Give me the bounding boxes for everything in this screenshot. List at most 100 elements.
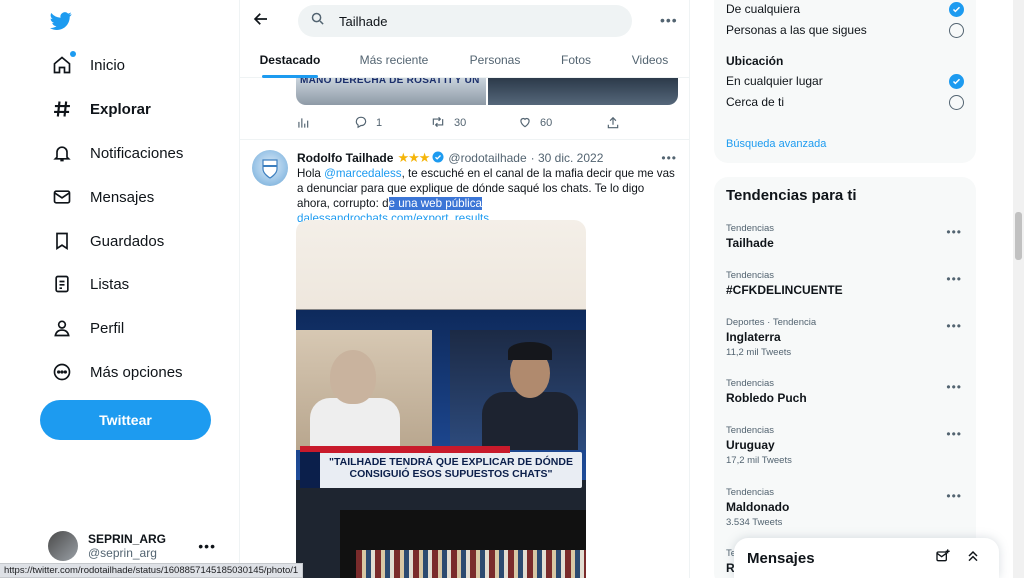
trend-context: Tendencias — [726, 425, 775, 436]
tweet-button[interactable]: Twittear — [40, 400, 211, 440]
trend-context: Deportes · Tendencia — [726, 317, 817, 328]
back-arrow-icon[interactable] — [252, 10, 272, 30]
author-name[interactable]: Rodolfo Tailhade — [297, 151, 393, 165]
filter-label: Personas a las que sigues — [726, 23, 867, 37]
trends-title: Tendencias para ti — [726, 187, 857, 204]
trend-count: 17,2 mil Tweets — [726, 455, 792, 466]
nav-label: Mensajes — [90, 188, 155, 206]
trend-name: Tailhade — [726, 236, 774, 250]
verified-badge-icon — [432, 151, 444, 166]
filter-label: En cualquier lugar — [726, 74, 823, 88]
radio-empty-icon[interactable] — [949, 22, 964, 38]
person-right-body — [482, 392, 578, 450]
share-icon[interactable] — [606, 116, 620, 130]
tab-latest[interactable]: Más reciente — [340, 42, 448, 78]
nav-item-bookmarks[interactable]: Guardados — [40, 221, 164, 261]
trend-context: Tendencias — [726, 378, 775, 389]
nav-item-home[interactable]: Inicio — [40, 45, 125, 85]
trend-item[interactable]: Tendencias Maldonado 3.534 Tweets ••• — [726, 487, 966, 528]
avatar[interactable] — [252, 150, 288, 186]
check-circle-icon[interactable] — [949, 1, 964, 17]
check-circle-icon[interactable] — [949, 73, 964, 89]
more-horizontal-icon[interactable]: ••• — [946, 319, 962, 333]
filter-option-anyone[interactable]: De cualquiera — [726, 0, 964, 18]
retweet-icon — [430, 115, 446, 132]
radio-empty-icon[interactable] — [949, 94, 964, 110]
account-name: SEPRIN_ARG — [88, 532, 167, 546]
bookmark-icon — [50, 229, 74, 253]
nav-item-lists[interactable]: Listas — [40, 264, 129, 304]
trend-count: 11,2 mil Tweets — [726, 347, 792, 358]
more-horizontal-icon[interactable]: ••• — [946, 272, 962, 286]
scrollbar[interactable] — [1013, 0, 1024, 578]
search-box[interactable] — [298, 5, 632, 37]
reply-icon — [354, 115, 368, 132]
person-icon — [50, 316, 74, 340]
tv-screen: "TAILHADE TENDRÁ QUE EXPLICAR DE DÓNDE C… — [296, 310, 586, 488]
home-icon — [50, 51, 76, 77]
analytics-icon[interactable] — [296, 116, 354, 130]
nav-item-profile[interactable]: Perfil — [40, 308, 124, 348]
more-horizontal-icon[interactable]: ••• — [661, 151, 677, 165]
retweet-button[interactable]: 30 — [430, 115, 518, 132]
like-button[interactable]: 60 — [518, 115, 606, 132]
nav-item-messages[interactable]: Mensajes — [40, 177, 154, 217]
reply-button[interactable]: 1 — [354, 115, 430, 132]
more-horizontal-icon[interactable]: ••• — [660, 12, 678, 28]
messages-drawer[interactable]: Mensajes — [734, 538, 999, 578]
search-input[interactable] — [339, 13, 599, 29]
text-segment: Hola — [297, 167, 325, 180]
account-switcher[interactable]: SEPRIN_ARG @seprin_arg ••• — [48, 526, 228, 566]
retweet-count: 30 — [454, 117, 467, 129]
search-icon — [310, 11, 325, 31]
nav-item-more-options[interactable]: Más opciones — [40, 352, 183, 392]
mention-link[interactable]: @marcedaless — [324, 167, 402, 180]
more-horizontal-icon[interactable]: ••• — [946, 489, 962, 503]
media-caption: MANO DERECHA DE ROSATTI Y UN — [300, 78, 480, 86]
tab-photos[interactable]: Fotos — [542, 42, 610, 78]
nav-label: Listas — [90, 275, 130, 293]
more-horizontal-icon[interactable]: ••• — [946, 380, 962, 394]
tab-people[interactable]: Personas — [448, 42, 542, 78]
tab-videos[interactable]: Videos — [610, 42, 689, 78]
previous-tweet-media[interactable]: MANO DERECHA DE ROSATTI Y UN — [296, 78, 678, 105]
twitter-logo-icon[interactable] — [50, 10, 72, 32]
person-left-head — [330, 350, 376, 404]
chevrons-up-icon[interactable] — [965, 548, 981, 569]
books — [356, 550, 586, 578]
tweet-actions: 1 30 60 — [296, 113, 626, 133]
location-heading: Ubicación — [726, 54, 784, 68]
divider — [240, 139, 689, 140]
trend-item[interactable]: Tendencias Uruguay 17,2 mil Tweets ••• — [726, 425, 966, 466]
selected-text: e una web pública — [388, 197, 482, 210]
tweet-photo[interactable]: "TAILHADE TENDRÁ QUE EXPLICAR DE DÓNDE C… — [296, 220, 586, 578]
filter-option-anywhere[interactable]: En cualquier lugar — [726, 72, 964, 90]
chyron-text: "TAILHADE TENDRÁ QUE EXPLICAR DE DÓNDE C… — [329, 456, 573, 480]
more-horizontal-icon[interactable]: ••• — [946, 225, 962, 239]
more-horizontal-icon: ••• — [198, 538, 216, 554]
chyron-clock — [300, 452, 320, 488]
tab-top[interactable]: Destacado — [240, 42, 340, 78]
scrollbar-thumb[interactable] — [1015, 212, 1022, 260]
hashtag-icon — [50, 97, 74, 121]
main-column: ••• Destacado Más reciente Personas Foto… — [240, 0, 690, 578]
trend-item[interactable]: Tendencias Robledo Puch ••• — [726, 378, 966, 405]
filter-option-following[interactable]: Personas a las que sigues — [726, 21, 964, 39]
advanced-search-link[interactable]: Búsqueda avanzada — [726, 138, 826, 150]
trend-item[interactable]: Deportes · Tendencia Inglaterra 11,2 mil… — [726, 317, 966, 358]
tweet-date[interactable]: · 30 dic. 2022 — [531, 151, 604, 165]
nav-item-explore[interactable]: Explorar — [40, 89, 151, 129]
nav-label: Más opciones — [90, 363, 183, 381]
tweet-header: Rodolfo Tailhade ★★★ @rodotailhade · 30 … — [297, 150, 677, 166]
trend-item[interactable]: Tendencias Tailhade ••• — [726, 223, 966, 250]
author-handle[interactable]: @rodotailhade — [448, 151, 526, 165]
trend-item[interactable]: Tendencias #CFKDELINCUENTE ••• — [726, 270, 966, 297]
nav-item-notifications[interactable]: Notificaciones — [40, 133, 183, 173]
search-tabs: Destacado Más reciente Personas Fotos Vi… — [240, 42, 689, 78]
tweet-text: Hola @marcedaless, te escuché en el cana… — [297, 166, 677, 226]
new-message-icon[interactable] — [935, 548, 951, 569]
messages-drawer-title: Mensajes — [747, 549, 815, 567]
filter-option-near-you[interactable]: Cerca de ti — [726, 93, 964, 111]
more-horizontal-icon[interactable]: ••• — [946, 427, 962, 441]
star-badges: ★★★ — [397, 150, 430, 165]
